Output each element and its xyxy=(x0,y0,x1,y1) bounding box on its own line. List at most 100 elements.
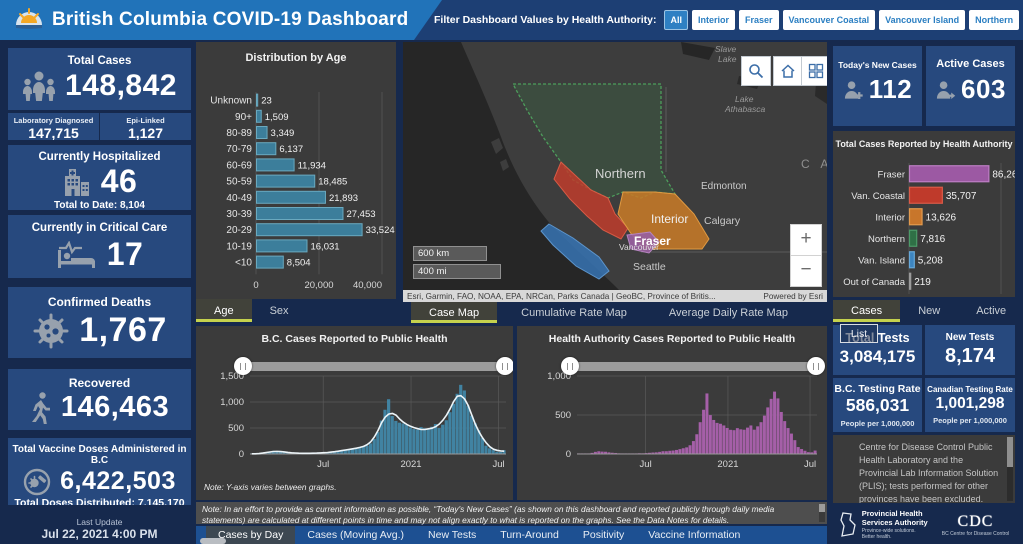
ha-totals-chart[interactable]: 0100,000Fraser86,266Van. Coastal35,707In… xyxy=(833,153,1015,297)
bottom-tab-bar: Cases by Day Cases (Moving Avg.) New Tests… xyxy=(196,526,827,544)
map-label-canada: C A xyxy=(801,157,827,171)
tab-active[interactable]: Active xyxy=(958,300,1023,322)
filter-button-interior[interactable]: Interior xyxy=(692,10,736,30)
svg-text:30-39: 30-39 xyxy=(226,209,252,220)
health-authority-filter-group: All Interior Fraser Vancouver Coastal Vancou… xyxy=(664,10,1020,30)
svg-text:Jul: Jul xyxy=(640,459,652,470)
tab-age[interactable]: Age xyxy=(196,299,252,322)
notes-scrollbar[interactable] xyxy=(1007,437,1013,501)
deaths-panel: Confirmed Deaths 1,767 xyxy=(8,287,191,358)
lab-diagnosed-value: 147,715 xyxy=(28,125,79,140)
svg-text:21,893: 21,893 xyxy=(329,193,358,204)
tab-sex[interactable]: Sex xyxy=(252,299,307,322)
svg-text:Fraser: Fraser xyxy=(878,169,905,180)
svg-text:60-69: 60-69 xyxy=(226,160,252,171)
tab-cases[interactable]: Cases xyxy=(833,300,901,322)
bc-chart-range-handle-right[interactable] xyxy=(496,357,513,375)
filter-button-fraser[interactable]: Fraser xyxy=(739,10,779,30)
cdn-testing-rate-panel: Canadian Testing Rate 1,001,298 People p… xyxy=(925,378,1015,432)
yaxis-note: Note: Y-axis varies between graphs. xyxy=(204,482,337,492)
total-cases-panel: Total Cases 148,842 xyxy=(8,48,191,110)
tab-cumulative-rate-map[interactable]: Cumulative Rate Map xyxy=(503,302,645,323)
filter-button-all[interactable]: All xyxy=(664,10,688,30)
cdc-logo-text: CDC xyxy=(957,513,994,530)
footer-logos: Provincial Health Services Authority Pro… xyxy=(833,506,1015,544)
tab-positivity[interactable]: Positivity xyxy=(571,526,636,544)
ha-chart-range-handle-right[interactable] xyxy=(807,357,825,375)
data-notes-panel: Centre for Disease Control Public Health… xyxy=(833,435,1015,503)
vaccine-panel: Total Vaccine Doses Administered in B.C … xyxy=(8,438,191,505)
map-home-button[interactable] xyxy=(773,56,803,86)
svg-text:10-19: 10-19 xyxy=(226,241,252,252)
filter-label: Filter Dashboard Values by Health Author… xyxy=(434,14,657,26)
new-tests-panel: New Tests 8,174 xyxy=(925,325,1015,375)
ha-chart-range-handle-left[interactable] xyxy=(561,357,579,375)
bc-cases-chart[interactable]: 05001,0001,500Jul 2021 Jul xyxy=(196,326,513,500)
hospitalized-subtext: Total to Date: 8,104 xyxy=(54,200,145,210)
svg-text:18,485: 18,485 xyxy=(318,177,347,188)
header: British Columbia COVID-19 Dashboard Filt… xyxy=(0,0,1023,40)
map-label-seattle: Seattle xyxy=(633,261,666,273)
map-basemap-button[interactable] xyxy=(801,56,827,86)
case-map[interactable]: Northern Edmonton Interior Calgary Frase… xyxy=(403,42,827,290)
tab-vaccine-information[interactable]: Vaccine Information xyxy=(636,526,752,544)
map-label-slave-lake-2: Lake xyxy=(718,54,737,64)
filter-button-vancouver-island[interactable]: Vancouver Island xyxy=(879,10,966,30)
filter-button-vancouver-coastal[interactable]: Vancouver Coastal xyxy=(782,10,876,30)
data-notes-text: Centre for Disease Control Public Health… xyxy=(859,442,999,503)
svg-text:500: 500 xyxy=(228,423,244,434)
filter-button-northern[interactable]: Northern xyxy=(969,10,1020,30)
map-zoom-in-button[interactable]: + xyxy=(790,224,822,256)
people-icon xyxy=(23,71,56,101)
epi-linked-panel: Epi-Linked 1,127 xyxy=(100,113,191,140)
tab-new[interactable]: New xyxy=(900,300,958,322)
svg-text:6,137: 6,137 xyxy=(279,144,303,155)
virus-icon xyxy=(33,313,69,348)
lab-diagnosed-label: Laboratory Diagnosed xyxy=(13,116,94,125)
svg-text:0: 0 xyxy=(253,280,258,291)
tab-turn-around[interactable]: Turn-Around xyxy=(488,526,571,544)
svg-text:Unknown: Unknown xyxy=(210,96,252,107)
tab-average-daily-rate-map[interactable]: Average Daily Rate Map xyxy=(651,302,806,323)
svg-text:Northern: Northern xyxy=(868,234,905,245)
svg-text:33,524: 33,524 xyxy=(366,225,395,236)
recovered-label: Recovered xyxy=(68,376,131,390)
cdn-testing-rate-subtext: People per 1,000,000 xyxy=(933,416,1007,425)
svg-text:35,707: 35,707 xyxy=(946,191,977,202)
bc-chart-range-handle-left[interactable] xyxy=(234,357,252,375)
svg-text:1,509: 1,509 xyxy=(265,112,289,123)
recovered-value: 146,463 xyxy=(60,391,170,423)
note-scrollbar[interactable] xyxy=(819,504,825,522)
phsa-bc-outline-icon xyxy=(840,512,856,537)
ha-totals-panel: Total Cases Reported by Health Authority… xyxy=(833,131,1015,297)
bottom-tabs: Cases by Day Cases (Moving Avg.) New Tests… xyxy=(206,526,752,544)
map-label-lake-athabasca-2: Athabasca xyxy=(724,104,765,114)
critical-care-value: 17 xyxy=(106,236,144,272)
cdn-testing-rate-label: Canadian Testing Rate xyxy=(927,385,1013,394)
recovered-panel: Recovered 146,463 xyxy=(8,369,191,430)
tab-scroll-pill[interactable] xyxy=(200,538,226,544)
tab-new-tests[interactable]: New Tests xyxy=(416,526,488,544)
bc-covid-dashboard: British Columbia COVID-19 Dashboard Filt… xyxy=(0,0,1023,544)
new-tests-value: 8,174 xyxy=(944,345,996,367)
map-attribution-text: Esri, Garmin, FAO, NOAA, EPA, NRCan, Par… xyxy=(407,291,716,301)
tab-cases-moving-avg[interactable]: Cases (Moving Avg.) xyxy=(295,526,416,544)
svg-text:90+: 90+ xyxy=(235,112,252,123)
svg-text:Interior: Interior xyxy=(875,212,905,223)
bc-chart-range-track[interactable] xyxy=(242,362,513,371)
epi-linked-value: 1,127 xyxy=(127,125,164,140)
bc-testing-rate-value: 586,031 xyxy=(845,395,910,415)
map-zoom-out-button[interactable]: − xyxy=(790,255,822,287)
total-cases-value: 148,842 xyxy=(65,69,177,102)
ha-chart-range-track[interactable] xyxy=(569,362,821,371)
list-tab-overlay[interactable]: List xyxy=(840,324,878,343)
ha-cases-chart-panel: Health Authority Cases Reported to Publi… xyxy=(517,326,827,500)
phsa-line2: Services Authority xyxy=(861,518,928,527)
ha-cases-chart[interactable]: 05001,000Jul 2021 Jul xyxy=(517,326,827,500)
hospitalized-label: Currently Hospitalized xyxy=(38,151,161,163)
dashboard-note-text: Note: In an effort to provide as current… xyxy=(202,504,775,525)
tab-case-map[interactable]: Case Map xyxy=(411,302,498,323)
map-label-calgary: Calgary xyxy=(704,215,741,227)
map-search-button[interactable] xyxy=(741,56,771,86)
age-distribution-chart[interactable]: 0 20,000 40,000 Unknown 23 90+ 1,509 80-89 3,349… xyxy=(196,42,396,299)
